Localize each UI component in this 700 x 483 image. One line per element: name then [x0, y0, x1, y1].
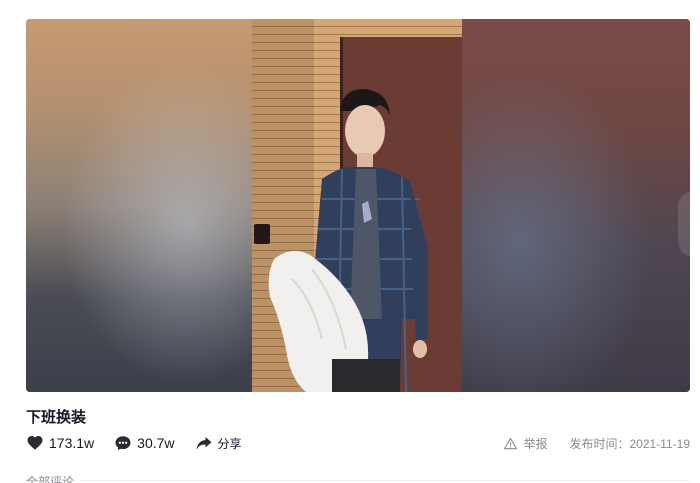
- comment-count: 30.7w: [137, 435, 175, 451]
- video-player[interactable]: ⌃ ⌄: [26, 19, 690, 392]
- publish-time: 发布时间：2021-11-19: [569, 437, 691, 451]
- video-title: 下班换装: [26, 409, 87, 426]
- blurred-background-right: [462, 19, 690, 392]
- chevron-down-icon[interactable]: ⌄: [688, 231, 690, 245]
- action-bar: 173.1w 30.7w 分享: [26, 433, 262, 453]
- like-button[interactable]: 173.1w: [26, 434, 94, 452]
- divider: [80, 480, 690, 481]
- chevron-up-icon[interactable]: ⌃: [688, 204, 690, 218]
- person-figure: [268, 89, 428, 392]
- report-label: 举报: [523, 437, 548, 451]
- share-icon: [196, 437, 212, 450]
- like-count: 173.1w: [49, 435, 95, 451]
- share-label: 分享: [217, 436, 242, 451]
- share-button[interactable]: 分享: [195, 434, 242, 452]
- warning-icon: [504, 437, 518, 450]
- video-meta: 举报 发布时间：2021-11-19: [504, 435, 690, 452]
- comment-icon: [115, 436, 131, 451]
- video-frame[interactable]: [252, 19, 462, 392]
- report-button[interactable]: 举报: [504, 435, 548, 452]
- video-scroll-control[interactable]: ⌃ ⌄: [678, 191, 690, 257]
- heart-icon: [27, 435, 43, 450]
- comments-heading: 全部评论: [26, 475, 75, 483]
- blurred-background-left: [26, 19, 254, 392]
- comment-button[interactable]: 30.7w: [114, 434, 175, 452]
